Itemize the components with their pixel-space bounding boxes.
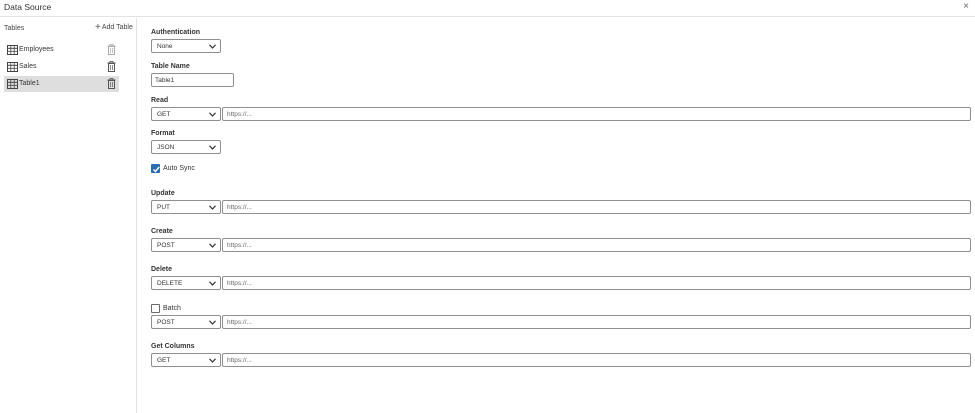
batch-checkbox[interactable]: [151, 304, 160, 313]
trash-icon[interactable]: [107, 44, 116, 55]
create-method-select[interactable]: POST: [151, 238, 221, 252]
format-select[interactable]: JSON: [151, 140, 221, 154]
batch-method-value: POST: [157, 319, 175, 326]
chevron-down-icon: [209, 358, 216, 363]
add-table-label: Add Table: [101, 24, 133, 31]
title-bar: Data Source ×: [0, 0, 975, 17]
add-table-button[interactable]: +Add Table: [95, 22, 133, 33]
trash-icon[interactable]: [107, 78, 116, 89]
table-name-input[interactable]: [151, 73, 234, 87]
tables-heading: Tables: [4, 25, 25, 32]
chevron-down-icon: [209, 44, 216, 49]
close-icon[interactable]: ×: [963, 1, 969, 13]
read-method-select[interactable]: GET: [151, 107, 221, 121]
auto-sync-label: Auto Sync: [163, 165, 195, 172]
get-columns-url-input[interactable]: [222, 353, 971, 367]
delete-url-input[interactable]: [222, 276, 971, 290]
get-columns-method-value: GET: [157, 357, 171, 364]
table-item-label: Employees: [19, 46, 54, 53]
authentication-label: Authentication: [151, 29, 200, 36]
delete-method-select[interactable]: DELETE: [151, 276, 221, 290]
dialog-title: Data Source: [4, 2, 52, 12]
table-item-sales[interactable]: Sales: [4, 59, 119, 75]
create-label: Create: [151, 228, 173, 235]
table-item-employees[interactable]: Employees: [4, 42, 119, 58]
chevron-down-icon: [209, 243, 216, 248]
read-url-input[interactable]: [222, 107, 971, 121]
delete-label: Delete: [151, 266, 173, 273]
table-icon: [7, 79, 18, 89]
get-columns-label: Get Columns: [151, 343, 195, 350]
table-icon: [7, 45, 18, 55]
format-label: Format: [151, 130, 175, 137]
table-item-table1[interactable]: Table1: [4, 76, 119, 92]
batch-label: Batch: [163, 305, 181, 312]
delete-method-value: DELETE: [157, 280, 183, 287]
table-name-label: Table Name: [151, 63, 190, 70]
update-label: Update: [151, 190, 175, 197]
chevron-down-icon: [209, 145, 216, 150]
tables-sidebar: Tables +Add Table Employees Sales Table1: [0, 18, 137, 413]
update-url-input[interactable]: [222, 200, 971, 214]
read-label: Read: [151, 97, 169, 104]
table-item-label: Table1: [19, 80, 40, 87]
chevron-down-icon: [209, 112, 216, 117]
batch-url-input[interactable]: [222, 315, 971, 329]
check-icon: [153, 166, 160, 173]
authentication-value: None: [157, 43, 173, 50]
read-method-value: GET: [157, 111, 171, 118]
trash-icon[interactable]: [107, 61, 116, 72]
create-url-input[interactable]: [222, 238, 971, 252]
get-columns-method-select[interactable]: GET: [151, 353, 221, 367]
chevron-down-icon: [209, 281, 216, 286]
chevron-down-icon: [209, 320, 216, 325]
table-icon: [7, 62, 18, 72]
authentication-select[interactable]: None: [151, 39, 221, 53]
chevron-down-icon: [209, 205, 216, 210]
update-method-select[interactable]: PUT: [151, 200, 221, 214]
plus-icon: +: [95, 22, 101, 33]
format-value: JSON: [157, 144, 175, 151]
batch-method-select[interactable]: POST: [151, 315, 221, 329]
auto-sync-checkbox[interactable]: [151, 164, 160, 173]
table-item-label: Sales: [19, 63, 37, 70]
create-method-value: POST: [157, 242, 175, 249]
update-method-value: PUT: [157, 204, 170, 211]
